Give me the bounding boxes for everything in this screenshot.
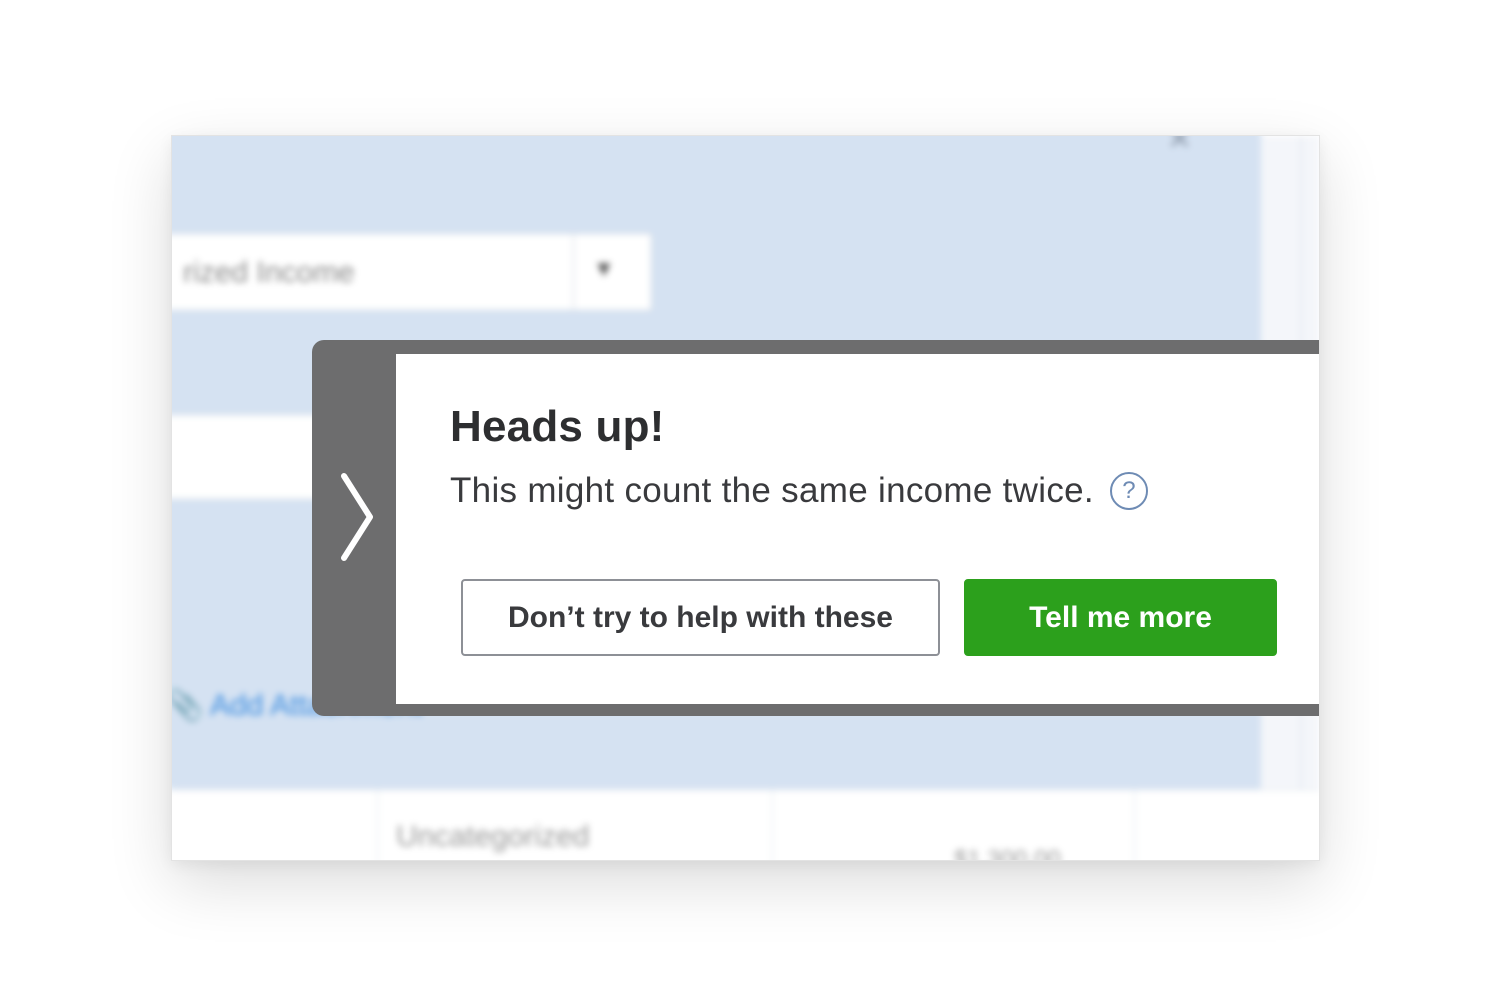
screenshot-stage: ✕ rized Income ▼ 📎 Add Attachment Uncate…: [0, 0, 1490, 1004]
app-window: ✕ rized Income ▼ 📎 Add Attachment Uncate…: [171, 135, 1320, 861]
cell-divider: [772, 790, 773, 860]
popover-message: This might count the same income twice.: [450, 471, 1094, 510]
caret-down-icon[interactable]: ▼: [593, 256, 615, 282]
cell-divider: [377, 790, 378, 860]
dont-help-button[interactable]: Don’t try to help with these: [461, 579, 940, 656]
row-amount: $1,300.00: [954, 846, 1061, 861]
popover-heading: Heads up!: [450, 402, 665, 451]
chevron-right-icon: [341, 473, 373, 561]
category-select-value: rized Income: [183, 256, 355, 289]
tell-me-more-button[interactable]: Tell me more: [964, 579, 1277, 656]
cell-divider: [1134, 790, 1135, 860]
select-divider: [573, 234, 574, 310]
transactions-table-row: Uncategorized $1,300.00: [172, 789, 1319, 861]
close-icon[interactable]: ✕: [1167, 136, 1192, 157]
category-select[interactable]: rized Income ▼: [172, 233, 652, 311]
popover-message-row: This might count the same income twice. …: [450, 468, 1148, 514]
help-icon[interactable]: ?: [1109, 472, 1148, 510]
collapse-popover-button[interactable]: [312, 340, 396, 716]
paperclip-icon: 📎: [172, 689, 203, 722]
heads-up-popover: Heads up! This might count the same inco…: [312, 340, 1319, 716]
row-category: Uncategorized: [396, 820, 590, 853]
popover-content: Heads up! This might count the same inco…: [396, 354, 1319, 704]
